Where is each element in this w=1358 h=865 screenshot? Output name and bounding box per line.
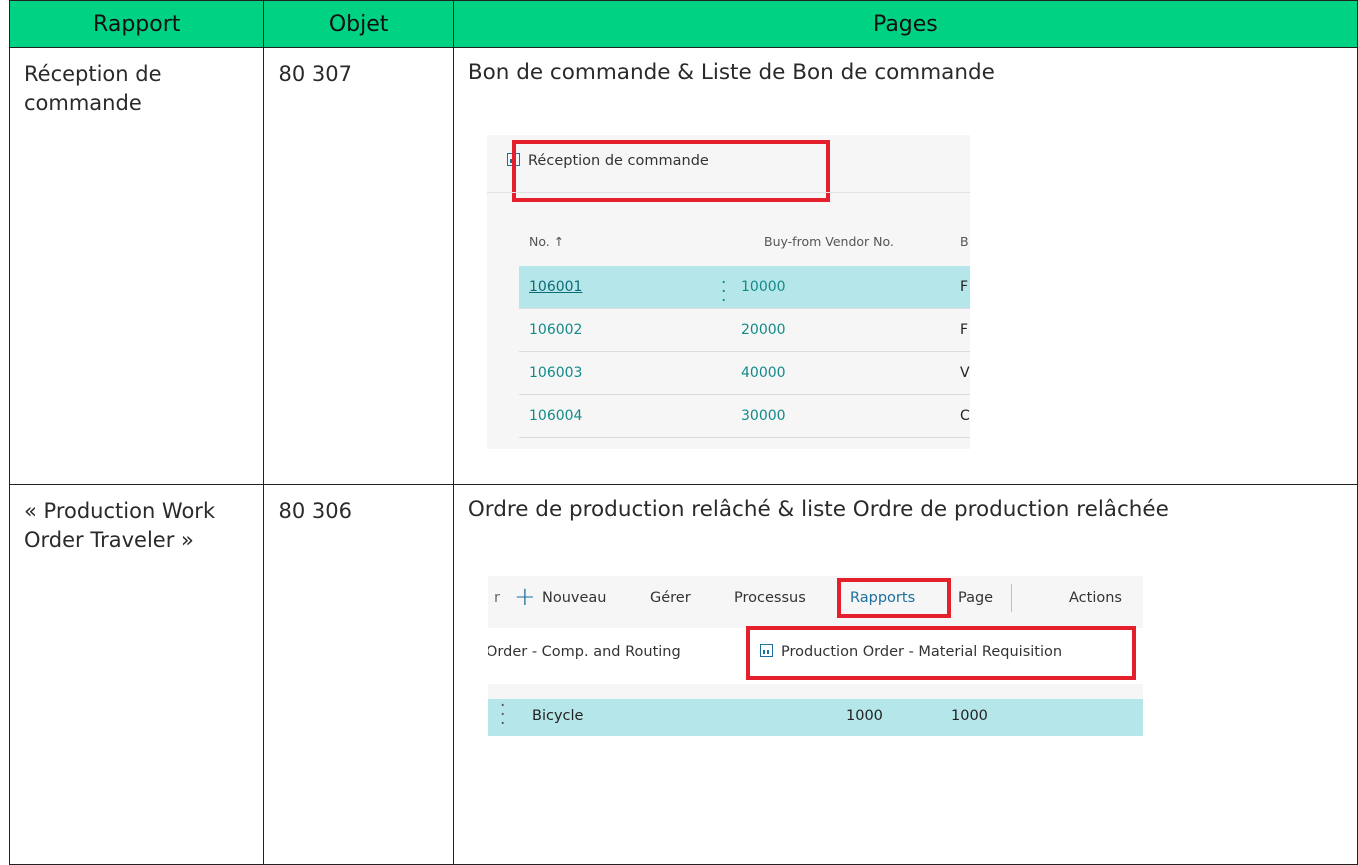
header-rapport: Rapport (8, 0, 265, 48)
vendor-no[interactable]: 10000 (741, 279, 786, 295)
more-options-icon[interactable]: · · · (721, 275, 726, 310)
table-row[interactable]: · · · Bicycle 1000 1000 (488, 698, 1143, 736)
source-no-cell: 1000 (846, 708, 883, 724)
order-no-link[interactable]: 106003 (529, 365, 582, 381)
rapport-cell: « Production Work Order Traveler » (24, 499, 216, 552)
table-row[interactable]: 106004 30000 C (519, 395, 970, 438)
menu-actions[interactable]: Actions (1069, 590, 1122, 606)
order-no-link[interactable]: 106002 (529, 322, 582, 338)
order-no-link[interactable]: 106001 (529, 279, 582, 295)
cut-cell: C (960, 408, 970, 424)
rapport-cell: Réception de commande (24, 62, 162, 115)
menu-gerer[interactable]: Gérer (650, 590, 691, 606)
objet-cell: 80 306 (278, 499, 352, 523)
plus-icon: + (514, 582, 536, 612)
table-row[interactable]: 106002 20000 F (519, 309, 970, 352)
vendor-no[interactable]: 40000 (741, 365, 786, 381)
vendor-no[interactable]: 20000 (741, 322, 786, 338)
cut-cell: V (960, 365, 970, 381)
menu-processus[interactable]: Processus (734, 590, 806, 606)
cut-cell: F (960, 322, 969, 338)
column-header-cut[interactable]: B (960, 234, 969, 249)
highlight-box-requisition (746, 626, 1136, 680)
routing-no-cell: 1000 (951, 708, 988, 724)
pages-title: Bon de commande & Liste de Bon de comman… (467, 60, 995, 85)
pages-title: Ordre de production relâché & liste Ordr… (467, 497, 1169, 522)
more-options-icon[interactable]: · · · (500, 698, 505, 733)
order-no-link[interactable]: 106004 (529, 408, 582, 424)
production-order-screenshot: r + Nouveau Gérer Processus Rapports Pag… (488, 576, 1143, 736)
table-row[interactable]: 106003 40000 V (519, 352, 970, 395)
header-objet: Objet (263, 0, 454, 48)
column-header-vendor[interactable]: Buy-from Vendor No. (764, 234, 894, 249)
menu-page[interactable]: Page (958, 590, 993, 606)
comp-routing-item[interactable]: Order - Comp. and Routing (488, 644, 681, 660)
objet-cell: 80 307 (278, 62, 352, 86)
table-row[interactable]: 106001 · · · 10000 F (519, 266, 970, 310)
header-pages: Pages (452, 0, 1358, 48)
menu-nouveau[interactable]: Nouveau (542, 590, 607, 606)
purchase-order-list-screenshot: Réception de commande No. ↑ Buy-from Ven… (487, 135, 970, 449)
cut-cell: F (960, 279, 969, 295)
highlight-box-rapports (837, 578, 951, 618)
column-header-no[interactable]: No. ↑ (529, 234, 564, 249)
menu-cut-item: r (494, 590, 500, 606)
vendor-no[interactable]: 30000 (741, 408, 786, 424)
table-header-row: Rapport Objet Pages (8, 0, 1358, 48)
description-cell: Bicycle (532, 708, 584, 724)
